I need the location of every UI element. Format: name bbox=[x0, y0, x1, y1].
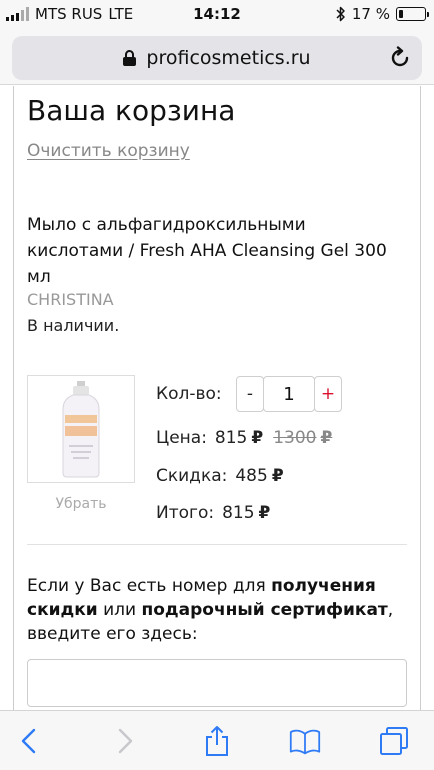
old-price-value: 1300 bbox=[273, 428, 317, 448]
product-brand: CHRISTINA bbox=[27, 290, 114, 309]
address-bar[interactable]: proficosmetics.ru bbox=[12, 36, 422, 80]
discount-row: Скидка: 485 ₽ bbox=[156, 466, 284, 486]
quantity-row: Кол-во: bbox=[156, 384, 222, 404]
promo-text-2: или bbox=[97, 600, 142, 620]
promo-text-bold-2: подарочный сертификат bbox=[141, 600, 388, 620]
product-name-link[interactable]: Мыло с альфагидроксильными кислотами / F… bbox=[27, 212, 407, 290]
increase-quantity-button[interactable]: + bbox=[314, 376, 342, 412]
product-image[interactable] bbox=[27, 375, 135, 483]
battery-icon bbox=[396, 7, 429, 21]
remove-item-link[interactable]: Убрать bbox=[27, 496, 135, 512]
share-icon[interactable] bbox=[201, 725, 233, 757]
url-text: proficosmetics.ru bbox=[146, 47, 311, 69]
lock-icon bbox=[123, 50, 137, 66]
back-icon[interactable] bbox=[14, 725, 46, 757]
quantity-input[interactable] bbox=[263, 376, 315, 412]
battery-level bbox=[399, 10, 403, 18]
reload-icon[interactable] bbox=[388, 46, 412, 70]
browser-toolbar bbox=[0, 710, 434, 770]
bookmarks-icon[interactable] bbox=[289, 725, 321, 757]
old-price: 1300 ₽ bbox=[273, 428, 332, 448]
price-label: Цена: bbox=[156, 428, 207, 448]
promo-instructions: Если у Вас есть номер для получения скид… bbox=[27, 574, 407, 646]
clear-cart-link[interactable]: Очистить корзину bbox=[27, 141, 190, 161]
product-bottle-image bbox=[62, 381, 100, 478]
promo-text-1: Если у Вас есть номер для bbox=[27, 576, 272, 596]
total-row: Итого: 815 ₽ bbox=[156, 503, 270, 523]
promo-code-input[interactable] bbox=[27, 659, 407, 707]
quantity-stepper: - + bbox=[236, 376, 344, 412]
browser-address-area: proficosmetics.ru bbox=[0, 30, 434, 85]
total-currency: ₽ bbox=[258, 503, 271, 523]
total-label: Итого: bbox=[156, 503, 215, 523]
page-title: Ваша корзина bbox=[27, 94, 236, 127]
discount-value: 485 bbox=[235, 466, 268, 486]
discount-currency: ₽ bbox=[271, 466, 284, 486]
price-value: 815 bbox=[214, 428, 248, 448]
divider bbox=[27, 544, 407, 545]
old-price-currency: ₽ bbox=[320, 428, 333, 448]
status-right: 17 % bbox=[336, 5, 429, 23]
forward-icon[interactable] bbox=[108, 725, 140, 757]
discount-label: Скидка: bbox=[156, 466, 228, 486]
total-value: 815 bbox=[222, 503, 255, 523]
battery-percent: 17 % bbox=[351, 5, 390, 23]
status-bar: MTS RUS LTE 14:12 17 % bbox=[0, 0, 434, 30]
price-row: Цена: 815 ₽1300 ₽ bbox=[156, 428, 332, 448]
bluetooth-icon bbox=[336, 6, 345, 22]
decrease-quantity-button[interactable]: - bbox=[236, 376, 264, 412]
price-currency: ₽ bbox=[251, 428, 264, 448]
tabs-icon[interactable] bbox=[378, 725, 410, 757]
quantity-label: Кол-во: bbox=[156, 384, 222, 404]
page-content: Ваша корзина Очистить корзину Мыло с аль… bbox=[0, 86, 434, 710]
stock-status: В наличии. bbox=[27, 316, 120, 335]
